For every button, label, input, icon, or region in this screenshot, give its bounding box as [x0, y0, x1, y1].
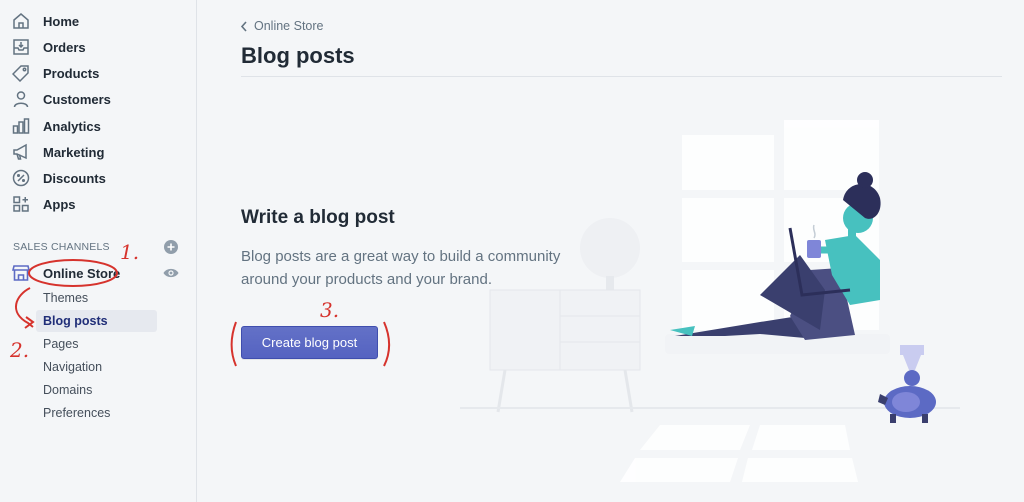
sidebar-subitem-label: Domains	[43, 383, 93, 397]
sidebar-subitem-pages[interactable]: Pages	[36, 333, 157, 355]
sidebar-item-label: Customers	[43, 91, 111, 107]
sidebar-subitem-themes[interactable]: Themes	[36, 287, 157, 309]
sidebar-subitem-label: Pages	[43, 337, 79, 351]
megaphone-icon	[11, 142, 31, 162]
sidebar-item-label: Home	[43, 13, 80, 29]
sidebar-item-discounts[interactable]: Discounts	[0, 165, 197, 191]
store-icon	[11, 263, 31, 283]
sidebar-subitem-label: Preferences	[43, 406, 111, 420]
sidebar-subitem-preferences[interactable]: Preferences	[36, 402, 157, 424]
sidebar-item-label: Marketing	[43, 144, 105, 160]
annotation-bracket-left	[230, 321, 237, 367]
sidebar-subitem-label: Blog posts	[43, 314, 108, 328]
annotation-step-1: 1.	[120, 240, 140, 264]
eye-icon[interactable]	[163, 266, 179, 284]
annotation-step-2: 2.	[10, 338, 30, 362]
annotation-step-3: 3.	[320, 298, 340, 322]
orders-icon	[11, 37, 31, 57]
empty-state-heading: Write a blog post	[241, 207, 395, 228]
sidebar-item-label: Orders	[43, 39, 86, 55]
sidebar-item-label: Apps	[43, 196, 76, 212]
sidebar-subitem-blog-posts[interactable]: Blog posts	[36, 310, 157, 332]
sales-channels-heading: SALES CHANNELS	[13, 241, 110, 253]
sidebar: Home Orders Products Customers Analytics…	[0, 0, 197, 502]
plus-icon	[167, 243, 175, 251]
sidebar-subitem-domains[interactable]: Domains	[36, 379, 157, 401]
sidebar-item-label: Discounts	[43, 170, 106, 186]
discount-icon	[11, 168, 31, 188]
breadcrumb[interactable]: Online Store	[240, 19, 323, 33]
divider	[241, 76, 1002, 77]
sidebar-item-home[interactable]: Home	[0, 8, 197, 34]
sidebar-subitem-navigation[interactable]: Navigation	[36, 356, 157, 378]
sidebar-item-marketing[interactable]: Marketing	[0, 139, 197, 165]
sidebar-item-products[interactable]: Products	[0, 60, 197, 86]
home-icon	[11, 11, 31, 31]
sidebar-item-label: Analytics	[43, 118, 101, 134]
sidebar-item-label: Online Store	[43, 265, 121, 281]
create-blog-post-button[interactable]: Create blog post	[241, 326, 378, 359]
bar-chart-icon	[11, 116, 31, 136]
add-sales-channel-button[interactable]	[164, 240, 178, 254]
sidebar-item-label: Products	[43, 65, 100, 81]
sidebar-subitem-label: Navigation	[43, 360, 103, 374]
sidebar-item-apps[interactable]: Apps	[0, 191, 197, 217]
apps-icon	[11, 194, 31, 214]
breadcrumb-label: Online Store	[254, 19, 324, 33]
person-icon	[11, 89, 31, 109]
sidebar-subitem-label: Themes	[43, 291, 89, 305]
page-title: Blog posts	[241, 43, 355, 68]
tag-icon	[11, 63, 31, 83]
chevron-left-icon	[240, 20, 247, 32]
empty-state-description: Blog posts are a great way to build a co…	[241, 248, 561, 288]
annotation-bracket-right	[383, 321, 391, 367]
sidebar-item-analytics[interactable]: Analytics	[0, 113, 197, 139]
sidebar-item-customers[interactable]: Customers	[0, 86, 197, 112]
sidebar-item-orders[interactable]: Orders	[0, 34, 197, 60]
